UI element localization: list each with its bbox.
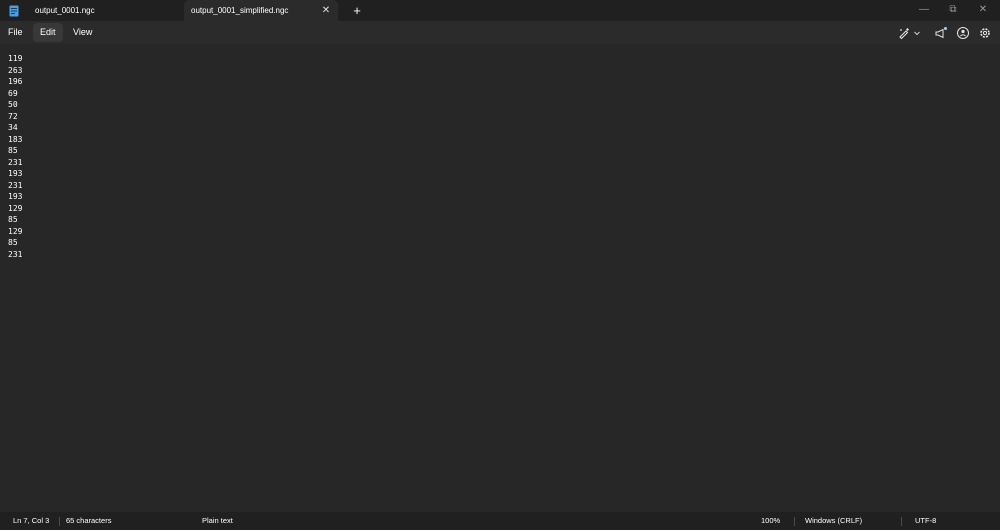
editor-line: 34 [8,123,18,132]
editor-line: 193 [8,169,23,178]
editor-line: 129 [8,226,23,236]
editor-line: 85 [8,146,18,155]
zoom-level[interactable]: 100% [761,512,780,530]
menu-file[interactable]: File [1,23,30,42]
editor-line: 85 [8,215,18,224]
gear-icon[interactable] [978,26,992,40]
tab-output-0001[interactable]: output_0001.ngc ✕ [25,0,182,21]
encoding[interactable]: UTF-8 [915,512,936,530]
account-icon[interactable] [956,26,970,40]
minimize-button[interactable]: — [909,0,939,21]
cursor-position[interactable]: Ln 7, Col 3 [13,512,49,530]
status-divider [794,517,795,526]
editor-line: 129 [8,203,23,213]
close-tab-icon[interactable]: ✕ [320,0,332,21]
notepad-window: output_0001.ngc ✕ output_0001_simplified… [0,0,1000,530]
menu-bar: File Edit View [0,21,1000,44]
editor-line: 50 [8,100,18,109]
maximize-button[interactable]: ⧉ [938,0,968,21]
notepad-app-icon [9,5,19,17]
close-window-button[interactable]: ✕ [968,0,998,21]
tab-label: output_0001_simplified.ngc [191,6,289,15]
editor-line: 196 [8,77,23,86]
editor-line: 193 [8,192,23,201]
status-divider [59,517,60,526]
editor-line: 231 [8,249,23,259]
editor-line: 231 [8,180,23,190]
title-bar: output_0001.ngc ✕ output_0001_simplified… [0,0,1000,21]
editor-line: 231 [8,157,23,167]
tab-output-0001-simplified[interactable]: output_0001_simplified.ngc ✕ [184,0,338,21]
editor-line: 263 [8,65,23,75]
editor-line: 69 [8,88,18,98]
menu-view[interactable]: View [66,23,99,42]
status-bar: Ln 7, Col 3 65 characters Plain text 100… [0,512,1000,530]
editor-line: 119 [8,54,23,63]
character-count: 65 characters [66,516,112,525]
text-editor[interactable]: 119 263 196 69 50 72 34 183 85 231 193 2… [0,44,1000,512]
status-divider [901,517,902,526]
editor-line: 85 [8,238,18,247]
copilot-pen-icon[interactable] [897,26,911,40]
announcement-icon[interactable] [934,26,948,40]
menu-edit[interactable]: Edit [33,23,63,42]
editor-lines: 119 263 196 69 50 72 34 183 85 231 193 2… [8,53,22,260]
new-tab-button[interactable]: + [350,0,364,21]
editor-line: 183 [8,134,23,144]
editor-line: 72 [8,111,18,121]
chevron-down-icon[interactable] [912,26,922,40]
line-ending[interactable]: Windows (CRLF) [805,512,862,530]
tab-label: output_0001.ngc [35,6,95,15]
text-format[interactable]: Plain text [202,512,233,530]
